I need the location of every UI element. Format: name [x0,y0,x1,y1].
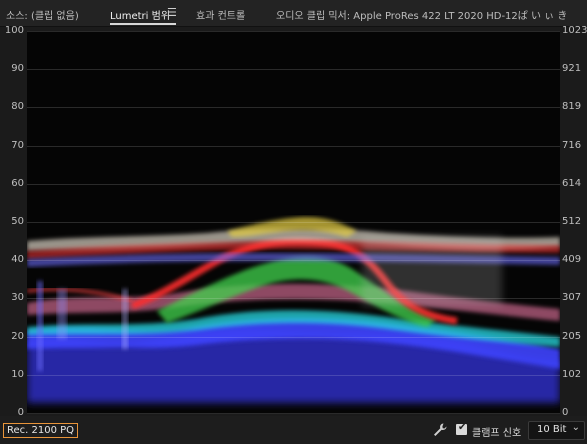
y-axis-label-right: 819 [562,101,582,113]
waveform-spike-left-2 [57,289,67,339]
color-space-badge[interactable]: Rec. 2100 PQ [3,423,79,438]
tab-lumetri-scopes[interactable]: Lumetri 범위 [110,7,170,22]
waveform-spike-left [37,281,43,371]
waveform-noise-block [362,236,502,306]
y-axis-label-left: 40 [11,254,24,266]
y-axis-label-right: 102 [562,368,582,380]
waveform-spike-mid [122,289,128,349]
y-axis-label-right: 0 [562,407,569,418]
lumetri-scope-panel: 100 90 80 70 60 50 40 30 20 10 0 1023 92… [0,25,587,418]
y-axis-label-right: 614 [562,177,582,189]
tab-effect-controls[interactable]: 효과 컨트롤 [196,7,245,22]
bit-depth-value: 10 Bit [537,424,567,435]
y-axis-label-left: 60 [11,177,24,189]
y-axis-label-right: 1023 [562,25,587,36]
y-axis-label-right: 205 [562,330,582,342]
y-axis-label-left: 0 [17,407,24,418]
tab-source[interactable]: 소스: (클립 없음) [6,7,79,22]
y-axis-label-left: 90 [11,63,24,75]
y-axis-label-right: 716 [562,139,582,151]
y-axis-label-left: 10 [11,368,24,380]
hamburger-menu-icon[interactable]: ☰ [167,6,177,19]
clamp-signal-label: 클램프 신호 [472,428,522,439]
grid-line [27,413,560,414]
y-axis-label-left: 30 [11,292,24,304]
y-axis-label-left: 70 [11,139,24,151]
waveform-svg [27,217,560,403]
y-axis-label-right: 921 [562,63,582,75]
y-axis-label-left: 80 [11,101,24,113]
tab-audio-clip-mixer[interactable]: 오디오 클립 믹서: Apple ProRes 422 LT 2020 HD-1… [276,7,567,22]
active-tab-indicator [110,23,176,25]
clamp-signal-checkbox[interactable] [456,424,467,435]
y-axis-label-right: 307 [562,292,582,304]
chevron-down-icon: ⌄ [571,422,580,433]
y-axis-label-left: 50 [11,216,24,227]
bit-depth-select[interactable]: 10 Bit ⌄ [528,421,585,440]
wrench-icon[interactable] [432,422,448,438]
y-axis-label-right: 512 [562,216,582,227]
panel-tab-bar: 소스: (클립 없음) Lumetri 범위 ☰ 효과 컨트롤 오디오 클립 믹… [0,0,587,27]
y-axis-label-right: 409 [562,254,582,266]
scope-footer: Rec. 2100 PQ ✔ 클램프 신호 10 Bit ⌄ [0,418,587,444]
waveform-plot [27,31,560,414]
y-axis-label-left: 100 [4,25,24,36]
y-axis-label-left: 20 [11,330,24,342]
